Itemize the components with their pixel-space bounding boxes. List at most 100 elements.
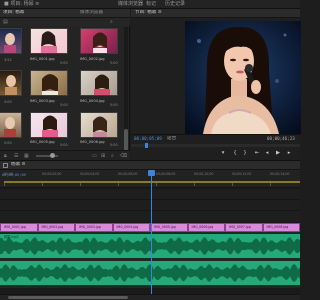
clip-item[interactable]: 3:52 <box>0 28 24 66</box>
duration-timecode: 00;00;46;23 <box>267 136 295 141</box>
video-clip-label: IMG_0008.jpg <box>266 225 289 229</box>
video-frame-image <box>185 21 301 134</box>
timeline-header: 杨幂 ≡ <box>0 161 300 170</box>
video-clip[interactable]: IMG_0005.jpg <box>150 223 188 232</box>
tab-media-browser[interactable]: 媒体浏览器 <box>80 10 120 16</box>
clip-duration: 5:00 <box>60 143 68 147</box>
clip-item[interactable]: IMG_0006.jpg 5:00 <box>80 112 122 148</box>
video-clip[interactable]: IMG_0001.jpg <box>0 223 38 232</box>
ruler-label: 00;00;10;00 <box>194 172 214 176</box>
delete-icon[interactable]: ⌫ <box>120 153 127 159</box>
menu-item-media-browser[interactable]: 媒体浏览器 <box>118 1 143 7</box>
go-to-in-icon[interactable]: ⇤ <box>253 150 261 157</box>
video-clip[interactable]: IMG_0004.jpg <box>112 223 150 232</box>
video-track-2[interactable] <box>0 200 300 211</box>
video-track-1-bg[interactable] <box>0 211 300 223</box>
sequence-tab[interactable]: 杨幂 ≡ <box>11 162 51 168</box>
play-icon[interactable]: ▶ <box>274 150 282 157</box>
audio-tracks: 杨幂.mp3 <box>0 232 300 288</box>
ruler-label: 00;00;06;00 <box>118 172 138 176</box>
zoom-slider-handle[interactable] <box>50 153 55 158</box>
mini-playhead[interactable] <box>145 143 148 148</box>
project-scrollbar-thumb[interactable] <box>124 129 128 151</box>
fit-dropdown[interactable]: 适合 <box>167 136 181 142</box>
step-back-icon[interactable]: ◂ <box>263 150 271 157</box>
video-clip[interactable]: IMG_0006.jpg <box>187 223 225 232</box>
video-clip[interactable]: IMG_0008.jpg <box>262 223 300 232</box>
new-bin-icon[interactable]: ▭ <box>92 153 97 159</box>
list-view-icon[interactable]: ☰ <box>14 153 18 159</box>
clip-duration: 5:00 <box>4 141 12 145</box>
clip-item[interactable]: IMG_0003.jpg 5:00 <box>30 70 72 108</box>
video-clip-label: IMG_0006.jpg <box>191 225 214 229</box>
video-clip-label: IMG_0005.jpg <box>154 225 176 229</box>
add-marker-icon[interactable]: ▾ <box>219 150 227 157</box>
timeline-scrollbar-thumb[interactable] <box>8 296 128 299</box>
clip-thumbnail <box>30 112 68 138</box>
ruler-label: 00;00;08;00 <box>156 172 176 176</box>
video-preview <box>185 21 301 134</box>
video-clip-label: IMG_0003.jpg <box>79 225 101 229</box>
mini-timeline[interactable] <box>131 144 300 147</box>
mark-out-icon[interactable]: } <box>241 150 249 157</box>
clip-thumbnail <box>0 70 22 96</box>
mark-in-icon[interactable]: { <box>231 150 239 157</box>
menu-item-project[interactable]: ■ 项目: 杨幂 ≡ <box>4 1 39 7</box>
clip-item[interactable]: IMG_0005.jpg 5:00 <box>30 112 72 148</box>
search-icon[interactable]: ⌕ <box>110 19 113 25</box>
step-forward-icon[interactable]: ▸ <box>285 150 293 157</box>
clip-duration: 5:00 <box>110 103 118 107</box>
program-monitor-controls: 00;00;05;09 适合 00;00;46;23 ▾ { } ⇤ ◂ ▶ ▸ <box>131 134 300 160</box>
clip-duration: 3:52 <box>4 58 12 62</box>
clip-grid: 3:52 IMG_0001.jpg 5:00 IMG_0002.jpg 5:00… <box>0 28 124 148</box>
clip-thumbnail <box>30 28 68 54</box>
current-timecode[interactable]: 00;00;05;09 <box>134 136 162 142</box>
video-clip[interactable]: IMG_0003.jpg <box>75 223 113 232</box>
clip-item[interactable]: 3:00 <box>0 70 24 108</box>
clip-duration: 5:00 <box>60 103 68 107</box>
clip-item[interactable]: IMG_0002.jpg 5:00 <box>80 28 122 66</box>
clip-item[interactable]: 5:00 <box>0 112 24 148</box>
folder-icon[interactable]: ▤ <box>3 19 8 25</box>
video-clip[interactable]: IMG_0007.jpg <box>225 223 263 232</box>
work-area-bar[interactable] <box>4 181 300 183</box>
icon-view-icon[interactable]: ▦ <box>24 153 29 159</box>
tab-project[interactable]: 项目: 杨幂 <box>3 10 73 16</box>
video-clip[interactable]: IMG_0002.jpg <box>37 223 75 232</box>
audio-clip[interactable] <box>0 261 300 285</box>
search-icon[interactable]: ⌕ <box>111 153 114 159</box>
video-clip-label: IMG_0001.jpg <box>4 225 26 229</box>
clip-item[interactable]: IMG_0004.jpg 5:00 <box>80 70 122 108</box>
playhead-handle[interactable] <box>148 170 155 176</box>
clip-item[interactable]: IMG_0001.jpg 5:00 <box>30 28 72 66</box>
video-clip-label: IMG_0004.jpg <box>116 225 139 229</box>
ruler-label: 00;00;14;00 <box>270 172 290 176</box>
video-track-1: IMG_0001.jpg IMG_0002.jpg IMG_0003.jpg IMG_… <box>0 223 300 232</box>
lock-icon[interactable]: 🔒︎ <box>4 153 7 159</box>
menu-item-history[interactable]: 历史记录 <box>165 1 185 7</box>
audio-waveform <box>0 264 300 282</box>
clip-duration: 3:00 <box>4 100 12 104</box>
video-track-3[interactable] <box>0 189 300 200</box>
workspace-bar: ■ 项目: 杨幂 ≡ 媒体浏览器 标记 历史记录 <box>0 0 300 9</box>
clip-thumbnail <box>30 70 68 96</box>
menu-item-markers[interactable]: 标记 <box>146 1 156 7</box>
program-monitor-header: 节目: 杨幂 ≡ <box>131 9 300 18</box>
audio-clip-label: 杨幂.mp3 <box>4 235 19 239</box>
project-panel-header: 项目: 杨幂 媒体浏览器 <box>0 9 130 18</box>
ruler-label: 00;00;12;00 <box>232 172 252 176</box>
clip-thumbnail <box>0 112 22 138</box>
audio-clip[interactable]: 杨幂.mp3 <box>0 234 300 258</box>
ruler-label: 00;00 <box>4 172 14 176</box>
playhead[interactable] <box>151 170 152 300</box>
clip-thumbnail <box>80 112 118 138</box>
new-item-icon[interactable]: ⊞ <box>101 153 105 159</box>
audio-waveform <box>0 237 300 255</box>
program-monitor-title[interactable]: 节目: 杨幂 ≡ <box>135 10 290 16</box>
clip-thumbnail <box>80 70 118 96</box>
clip-duration: 5:00 <box>110 61 118 65</box>
close-icon[interactable] <box>3 163 8 168</box>
clip-thumbnail <box>0 28 22 54</box>
program-monitor-panel: 节目: 杨幂 ≡ 00;00;05;09 适合 00;00;46;23 ▾ {… <box>131 9 301 160</box>
clip-duration: 5:00 <box>60 61 68 65</box>
